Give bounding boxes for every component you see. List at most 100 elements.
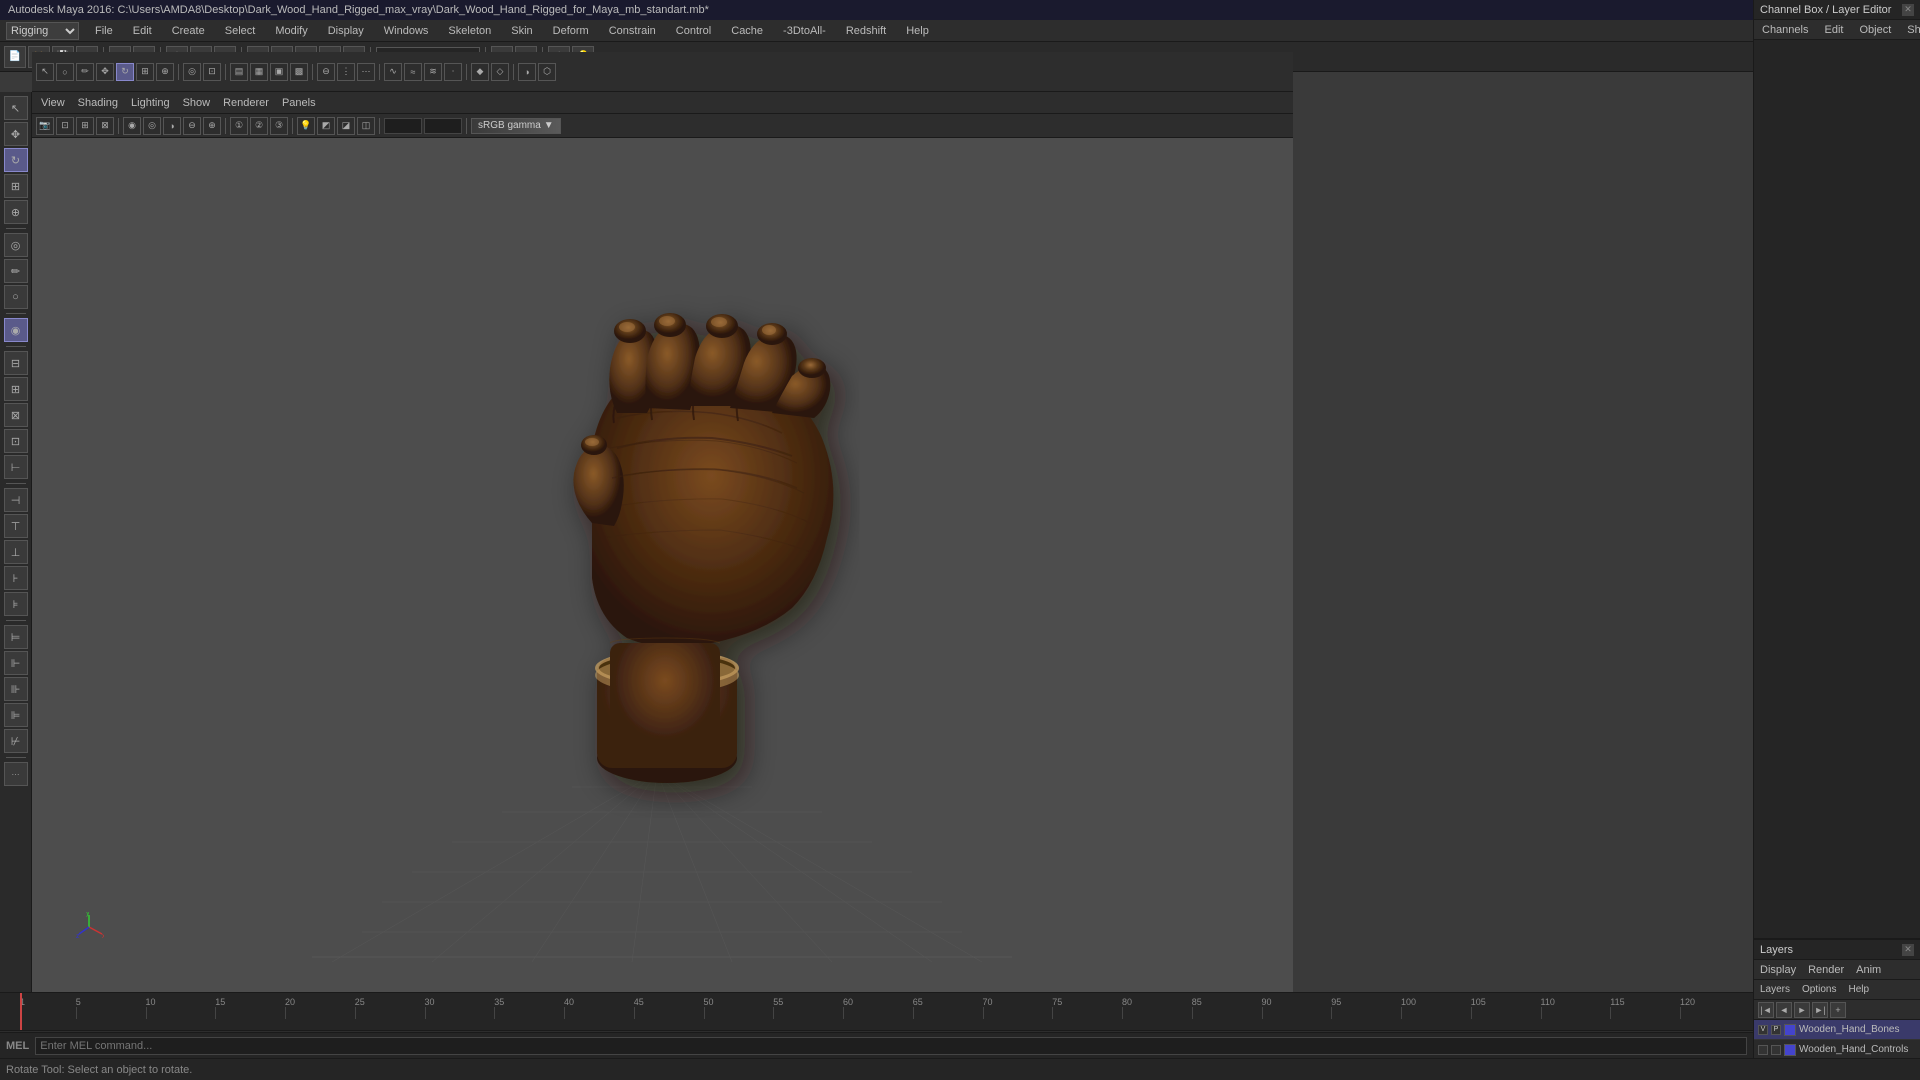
channels-tab[interactable]: Channels: [1754, 20, 1816, 39]
snap-group5[interactable]: ⊧: [4, 592, 28, 616]
menu-3dtall[interactable]: -3DtoAll-: [779, 23, 830, 39]
layers-subtab[interactable]: Layers: [1754, 980, 1796, 999]
snap-group2[interactable]: ⊤: [4, 514, 28, 538]
channel-box-close[interactable]: ✕: [1902, 4, 1914, 16]
display-mode5[interactable]: ⊢: [4, 455, 28, 479]
layer-prev-btn[interactable]: ◄: [1776, 1002, 1792, 1018]
curve-btn2[interactable]: ≈: [404, 63, 422, 81]
menu-constrain[interactable]: Constrain: [605, 23, 660, 39]
menu-skeleton[interactable]: Skeleton: [444, 23, 495, 39]
menu-skin[interactable]: Skin: [507, 23, 536, 39]
lasso-tool-btn[interactable]: ○: [56, 63, 74, 81]
vp-xray-btn[interactable]: ⊖: [183, 117, 201, 135]
exposure-input[interactable]: 0.00: [384, 118, 422, 134]
soft-select-btn[interactable]: ◎: [183, 63, 201, 81]
menu-edit[interactable]: Edit: [129, 23, 156, 39]
layer-last-btn[interactable]: ►|: [1812, 1002, 1828, 1018]
color-space-selector[interactable]: sRGB gamma ▼: [471, 118, 561, 134]
render-tab[interactable]: Render: [1802, 960, 1850, 979]
vp-fit-btn[interactable]: ⊡: [56, 117, 74, 135]
vp-hide-btn[interactable]: ◎: [143, 117, 161, 135]
sym-btn[interactable]: ⊖: [317, 63, 335, 81]
vp-render-quality2[interactable]: ②: [250, 117, 268, 135]
curve-btn1[interactable]: ∿: [384, 63, 402, 81]
menu-help[interactable]: Help: [902, 23, 933, 39]
new-scene-btn[interactable]: 📄: [4, 46, 26, 68]
vp-shading-menu[interactable]: Shading: [73, 96, 123, 110]
layer-first-btn[interactable]: |◄: [1758, 1002, 1774, 1018]
snap-group1[interactable]: ⊣: [4, 488, 28, 512]
layer-vis-check1[interactable]: V: [1758, 1025, 1768, 1035]
vp-sync-btn[interactable]: ⊠: [96, 117, 114, 135]
vp-panels-menu[interactable]: Panels: [277, 96, 321, 110]
paint-weights-tool[interactable]: ◉: [4, 318, 28, 342]
viewport-canvas[interactable]: persp x y z: [32, 138, 1293, 1032]
layer-add-btn[interactable]: +: [1830, 1002, 1846, 1018]
ghost-btn[interactable]: ◑: [518, 63, 536, 81]
scale-tool[interactable]: ⊞: [4, 174, 28, 198]
extra-tool2[interactable]: ⊩: [4, 651, 28, 675]
display4-btn[interactable]: ▩: [290, 63, 308, 81]
layer-item-wooden-bones[interactable]: V P Wooden_Hand_Bones: [1754, 1020, 1920, 1040]
layer-panel-close[interactable]: ✕: [1902, 944, 1914, 956]
universal-btn[interactable]: ⊕: [156, 63, 174, 81]
select-tool[interactable]: ↖: [4, 96, 28, 120]
vp-sel-mask-btn[interactable]: ◉: [123, 117, 141, 135]
extra-tool1[interactable]: ⊨: [4, 625, 28, 649]
layer-play-check1[interactable]: P: [1771, 1025, 1781, 1035]
menu-deform[interactable]: Deform: [549, 23, 593, 39]
object-tab[interactable]: Object: [1851, 20, 1899, 39]
vp-isolate-btn[interactable]: ◑: [163, 117, 181, 135]
layer-next-btn[interactable]: ►: [1794, 1002, 1810, 1018]
menu-control[interactable]: Control: [672, 23, 715, 39]
display-tab[interactable]: Display: [1754, 960, 1802, 979]
options-subtab[interactable]: Options: [1796, 980, 1842, 999]
move-tool-btn[interactable]: ✥: [96, 63, 114, 81]
paint-select-tool[interactable]: ✏: [4, 259, 28, 283]
vp-view-menu[interactable]: View: [36, 96, 70, 110]
key-btn1[interactable]: ◆: [471, 63, 489, 81]
vp-camera-btn[interactable]: 📷: [36, 117, 54, 135]
display-mode1[interactable]: ⊟: [4, 351, 28, 375]
menu-windows[interactable]: Windows: [380, 23, 433, 39]
menu-modify[interactable]: Modify: [271, 23, 311, 39]
curve-btn4[interactable]: ⋅: [444, 63, 462, 81]
extra-tool5[interactable]: ⊬: [4, 729, 28, 753]
vp-lighting-menu[interactable]: Lighting: [126, 96, 175, 110]
help-subtab[interactable]: Help: [1842, 980, 1875, 999]
anim2-btn[interactable]: ⋯: [357, 63, 375, 81]
menu-cache[interactable]: Cache: [727, 23, 767, 39]
edit-tab[interactable]: Edit: [1816, 20, 1851, 39]
paint-select-btn[interactable]: ✏: [76, 63, 94, 81]
vp-render-quality3[interactable]: ③: [270, 117, 288, 135]
layer-vis-check2[interactable]: [1758, 1045, 1768, 1055]
char-btn[interactable]: ⬡: [538, 63, 556, 81]
display2-btn[interactable]: ▦: [250, 63, 268, 81]
move-tool[interactable]: ✥: [4, 122, 28, 146]
anim-bone-btn[interactable]: ⋮: [337, 63, 355, 81]
menu-select[interactable]: Select: [221, 23, 260, 39]
display-mode2[interactable]: ⊞: [4, 377, 28, 401]
universal-tool[interactable]: ⊕: [4, 200, 28, 224]
rotate-tool[interactable]: ↻: [4, 148, 28, 172]
scale-tool-btn[interactable]: ⊞: [136, 63, 154, 81]
key-btn2[interactable]: ◇: [491, 63, 509, 81]
vp-frame-btn[interactable]: ⊞: [76, 117, 94, 135]
vp-renderer-menu[interactable]: Renderer: [218, 96, 274, 110]
snap-group3[interactable]: ⊥: [4, 540, 28, 564]
menu-file[interactable]: File: [91, 23, 117, 39]
soft-select-tool[interactable]: ◎: [4, 233, 28, 257]
select-tool-btn[interactable]: ↖: [36, 63, 54, 81]
vp-shadow-btn[interactable]: ◩: [317, 117, 335, 135]
show-tab[interactable]: Show: [1899, 20, 1920, 39]
timeline[interactable]: 1510152025303540455055606570758085909510…: [0, 992, 1753, 1030]
curve-btn3[interactable]: ≋: [424, 63, 442, 81]
vp-bbox-btn[interactable]: ⊕: [203, 117, 221, 135]
mode-selector[interactable]: Rigging Animation Modeling Rendering: [6, 22, 79, 40]
more-tools-btn[interactable]: ···: [4, 762, 28, 786]
vp-render-quality1[interactable]: ①: [230, 117, 248, 135]
extra-tool4[interactable]: ⊫: [4, 703, 28, 727]
show-manip-btn[interactable]: ⊡: [203, 63, 221, 81]
vp-show-menu[interactable]: Show: [178, 96, 216, 110]
menu-display[interactable]: Display: [324, 23, 368, 39]
